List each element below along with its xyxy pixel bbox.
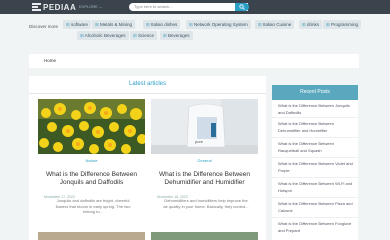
article-card[interactable]: Nature What is the Difference Between Jo… xyxy=(38,99,145,214)
chip-label: Beverages xyxy=(168,33,190,38)
recent-posts-title: Recent Posts xyxy=(272,85,358,100)
svg-text:pure: pure xyxy=(195,139,204,144)
chip-label: Network Operating System xyxy=(194,22,248,27)
recent-post-link[interactable]: What is the Difference Between Jonquils … xyxy=(278,103,356,116)
chip-network-os[interactable]: ⊞ Network Operating System xyxy=(186,20,251,29)
recent-post-link[interactable]: What is the Difference Between Violet an… xyxy=(278,161,356,174)
chip-italian-cuisine[interactable]: ⊞ Italian Cuisine xyxy=(255,20,295,29)
divider xyxy=(272,217,358,218)
recent-post-link[interactable]: What is the Difference Between Foxglove … xyxy=(278,221,356,234)
divider xyxy=(272,177,358,178)
article-title[interactable]: What is the Difference Between Jonquils … xyxy=(38,171,145,187)
chip-label: Metals & Mining xyxy=(100,22,133,27)
chip-science[interactable]: ⊞ Science xyxy=(130,31,158,40)
chip-programming[interactable]: ⊞ Programming xyxy=(323,20,362,29)
article-thumbnail[interactable] xyxy=(38,99,145,154)
chip-label: Alcoholic Beverages xyxy=(84,33,126,38)
logo-text: PEDIAA xyxy=(43,2,77,12)
chip-italian-dishes[interactable]: ⊞ Italian dishes xyxy=(143,20,181,29)
article-category[interactable]: Nature xyxy=(38,158,145,163)
daffodils-image xyxy=(38,99,145,154)
chip-label: Programming xyxy=(331,22,359,27)
site-logo[interactable]: PEDIAA xyxy=(32,2,76,12)
explore-menu[interactable]: EXPLORE ⌄ xyxy=(79,4,102,9)
article-thumbnail[interactable]: pure xyxy=(151,99,258,154)
chip-beverages[interactable]: ⊞ Beverages xyxy=(160,31,193,40)
breadcrumb: Home xyxy=(29,54,359,68)
chip-label: software xyxy=(71,22,89,27)
chip-metals-mining[interactable]: ⊞ Metals & Mining xyxy=(92,20,136,29)
article-excerpt: Dehumidifiers and humidifiers help impro… xyxy=(163,198,249,209)
search-icon xyxy=(239,4,245,10)
chip-drinks[interactable]: ⊞ drinks xyxy=(299,20,323,29)
recent-post-link[interactable]: What is the Difference Between Wi-Fi and… xyxy=(278,181,356,194)
divider xyxy=(272,137,358,138)
chip-software[interactable]: ⊞ software xyxy=(63,20,92,29)
article-thumbnail-partial[interactable] xyxy=(151,232,258,240)
discover-more-label: Discover more xyxy=(29,24,59,29)
logo-icon xyxy=(32,3,41,11)
recent-post-link[interactable]: What is the Difference Between Racquetba… xyxy=(278,141,356,154)
chip-label: Italian Cuisine xyxy=(263,22,292,27)
section-title: Latest articles xyxy=(128,81,167,87)
article-excerpt: Jonquils and daffodils are bright, cheer… xyxy=(55,198,131,214)
search-input[interactable]: Type here to search... xyxy=(129,3,248,11)
humidifier-image: pure xyxy=(151,99,258,154)
article-title[interactable]: What is the Difference Between Dehumidif… xyxy=(151,171,258,187)
divider xyxy=(272,157,358,158)
recent-post-link[interactable]: What is the Difference Between Pizza and… xyxy=(278,201,356,214)
breadcrumb-home[interactable]: Home xyxy=(44,58,56,63)
chip-label: Italian dishes xyxy=(151,22,178,27)
chip-label: drinks xyxy=(307,22,320,27)
divider xyxy=(272,117,358,118)
article-category[interactable]: General xyxy=(151,158,258,163)
divider xyxy=(272,197,358,198)
search-button[interactable] xyxy=(235,3,249,11)
article-card[interactable]: pure General What is the Difference Betw… xyxy=(151,99,258,209)
article-thumbnail-partial[interactable] xyxy=(38,232,145,240)
recent-post-link[interactable]: What is the Difference Between Dehumidif… xyxy=(278,121,356,134)
divider xyxy=(29,93,266,94)
chip-alcoholic-beverages[interactable]: ⊞ Alcoholic Beverages xyxy=(77,31,129,40)
chip-label: Science xyxy=(138,33,155,38)
